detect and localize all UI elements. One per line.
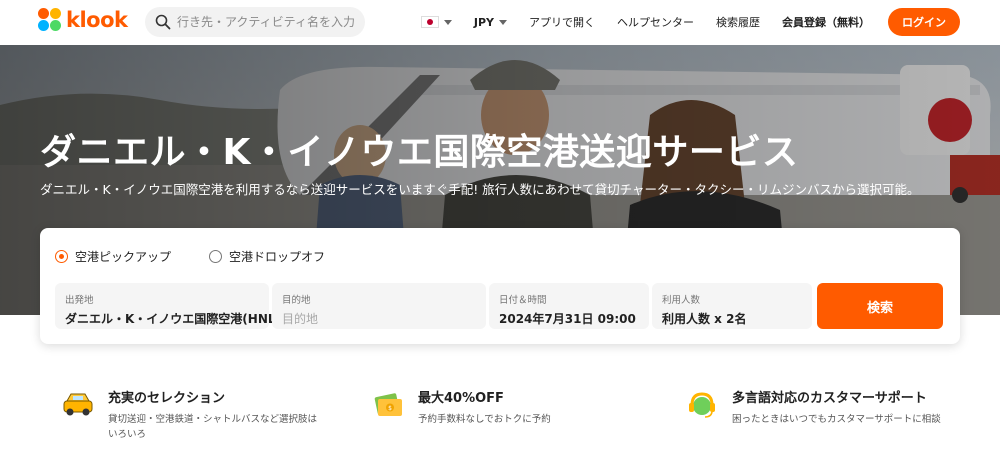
currency-label: JPY — [473, 15, 494, 29]
departure-label: 出発地 — [65, 295, 94, 306]
help-center-link[interactable]: ヘルプセンター — [617, 14, 694, 30]
airport-pickup-label: 空港ピックアップ — [75, 250, 172, 264]
airport-dropoff-label: 空港ドロップオフ — [229, 250, 326, 264]
feature-discount: $ 最大40%OFF 予約手数料なしでおトクに予約 — [370, 387, 551, 427]
header-nav: JPY アプリで開く ヘルプセンター 検索履歴 会員登録（無料） ログイン — [420, 8, 960, 36]
airport-dropoff-radio[interactable]: 空港ドロップオフ — [209, 248, 325, 265]
chevron-down-icon — [499, 19, 507, 25]
search-icon — [155, 14, 171, 30]
currency-selector[interactable]: JPY — [474, 16, 507, 29]
feature-title: 充実のセレクション — [108, 391, 226, 406]
datetime-value: 2024年7月31日 09:00 — [499, 312, 636, 326]
feature-selection: 充実のセレクション 貸切送迎・空港鉄道・シャトルバスなど選択肢はいろいろ — [60, 387, 323, 442]
passengers-label: 利用人数 — [662, 295, 701, 306]
search-button[interactable]: 検索 — [817, 283, 943, 329]
transfer-type-selector: 空港ピックアップ 空港ドロップオフ — [55, 248, 363, 265]
feature-description: 予約手数料なしでおトクに予約 — [418, 414, 551, 425]
japan-flag-icon — [420, 16, 439, 28]
airport-pickup-radio[interactable]: 空港ピックアップ — [55, 248, 171, 265]
page-title: ダニエル・K・イノウエ国際空港送迎サービス — [40, 132, 799, 173]
car-icon — [63, 393, 93, 416]
feature-description: 困ったときはいつでもカスタマーサポートに相談 — [732, 414, 941, 425]
feature-title: 最大40%OFF — [418, 391, 504, 406]
search-input[interactable] — [177, 15, 357, 29]
search-bar[interactable] — [145, 7, 365, 37]
feature-support: 多言語対応のカスタマーサポート 困ったときはいつでもカスタマーサポートに相談 — [684, 387, 941, 427]
departure-value: ダニエル・K・イノウエ国際空港(HNL) — [65, 312, 282, 326]
signup-link[interactable]: 会員登録（無料） — [782, 14, 870, 30]
passengers-field[interactable]: 利用人数 利用人数 x 2名 — [652, 283, 812, 329]
klook-logo[interactable]: klook — [38, 8, 128, 32]
headset-support-icon — [689, 392, 715, 418]
open-app-link[interactable]: アプリで開く — [529, 14, 595, 30]
brand-name: klook — [66, 8, 128, 32]
klook-logo-icon — [38, 8, 62, 32]
feature-title: 多言語対応のカスタマーサポート — [732, 391, 927, 406]
login-button[interactable]: ログイン — [888, 8, 960, 36]
destination-label: 目的地 — [282, 295, 311, 306]
booking-fields: 出発地 ダニエル・K・イノウエ国際空港(HNL) 目的地 目的地 日付＆時間 2… — [55, 283, 815, 329]
svg-text:$: $ — [388, 405, 392, 412]
chevron-down-icon — [443, 19, 452, 25]
datetime-label: 日付＆時間 — [499, 295, 547, 306]
search-history-link[interactable]: 検索履歴 — [716, 14, 760, 30]
page-subtitle: ダニエル・K・イノウエ国際空港を利用するなら送迎サービスをいますぐ手配! 旅行人… — [40, 182, 920, 197]
passengers-value: 利用人数 x 2名 — [662, 312, 747, 326]
radio-unchecked-icon — [209, 250, 223, 263]
destination-field[interactable]: 目的地 目的地 — [272, 283, 486, 329]
feature-description: 貸切送迎・空港鉄道・シャトルバスなど選択肢はいろいろ — [108, 414, 318, 440]
language-selector[interactable] — [420, 16, 452, 28]
datetime-field[interactable]: 日付＆時間 2024年7月31日 09:00 — [489, 283, 649, 329]
destination-placeholder: 目的地 — [282, 312, 319, 326]
radio-checked-icon — [55, 250, 68, 263]
top-header: klook JPY アプリで開く ヘルプセンター 検索履歴 会員登録（無料） ロ… — [0, 0, 1000, 45]
departure-field[interactable]: 出発地 ダニエル・K・イノウエ国際空港(HNL) — [55, 283, 282, 329]
money-ticket-icon: $ — [374, 393, 402, 416]
booking-form: 空港ピックアップ 空港ドロップオフ 出発地 ダニエル・K・イノウエ国際空港(HN… — [40, 228, 960, 344]
